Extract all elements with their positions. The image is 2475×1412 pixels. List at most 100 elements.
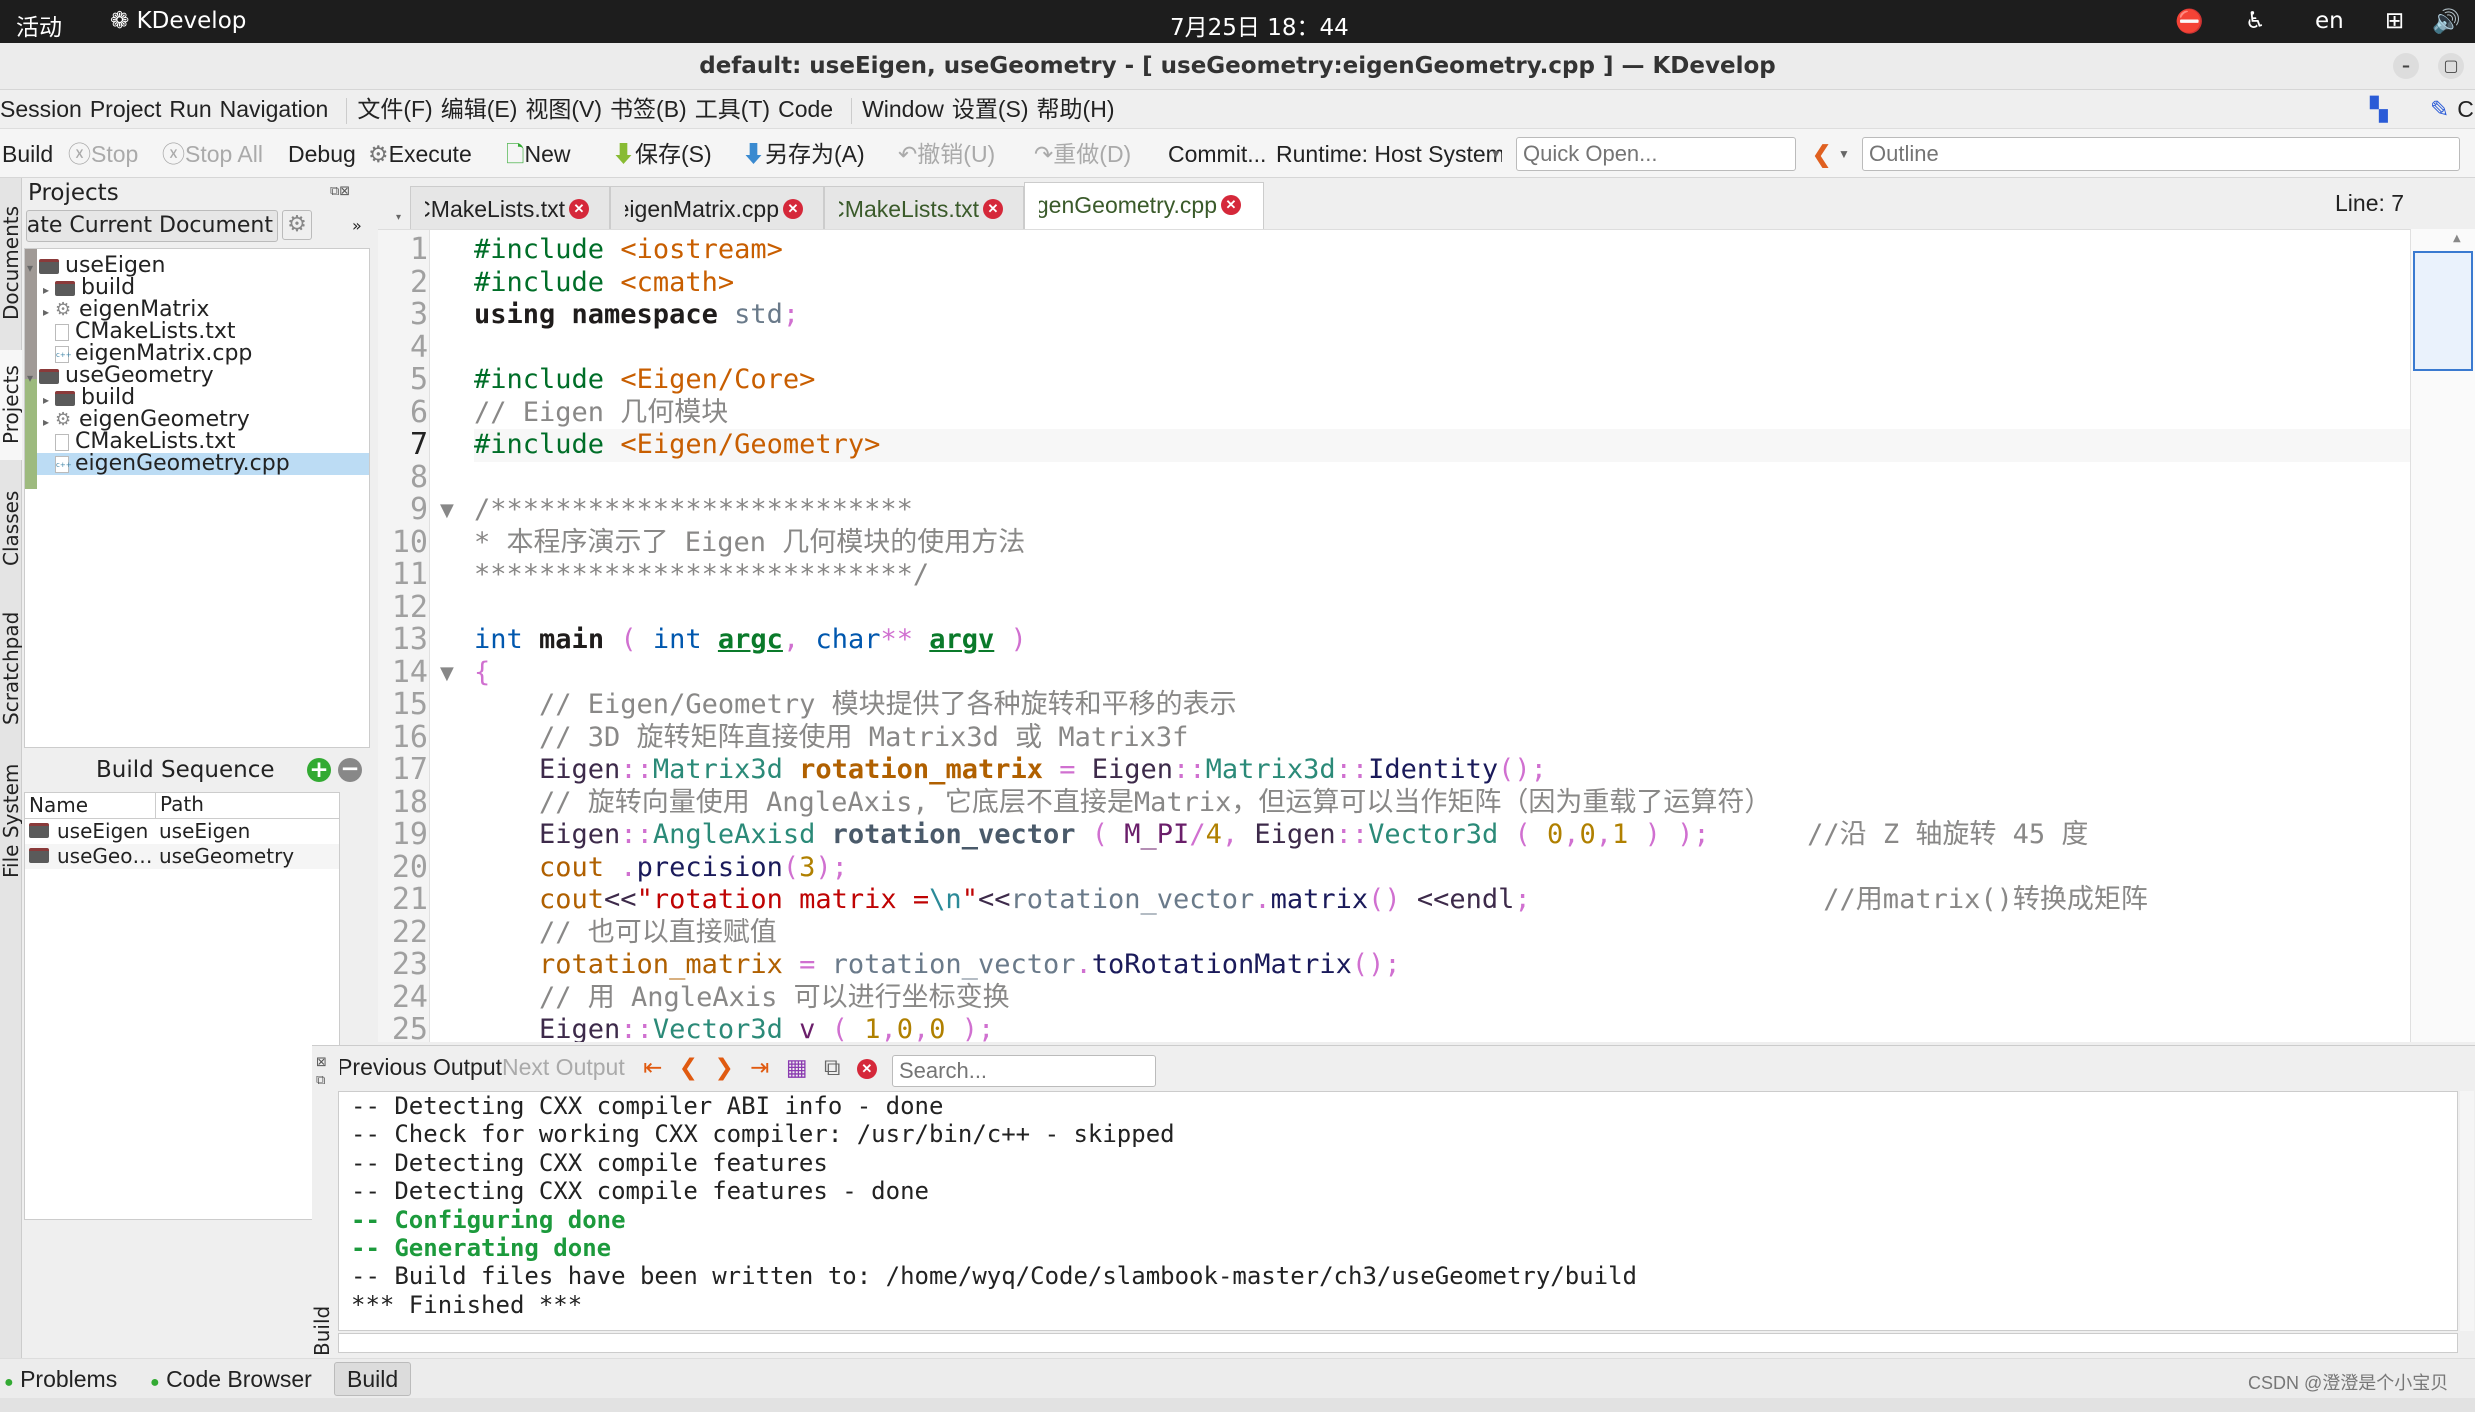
language-indicator[interactable]: en [2315, 8, 2344, 34]
menu-file[interactable]: 文件(F) [357, 96, 432, 122]
tree-item[interactable]: ▾ useEigen [25, 255, 369, 277]
panel-float-close-icons[interactable]: ⧉⊠ [330, 184, 350, 199]
tool-tab-code-browser[interactable]: ● Code Browser [150, 1359, 312, 1403]
code-line[interactable]: cout<<"rotation matrix =\n"<<rotation_ve… [474, 884, 2410, 917]
redo-button[interactable]: ↷重做(D) [1034, 129, 1131, 179]
side-tab-documents[interactable]: Documents [0, 188, 23, 338]
chevron-down-icon[interactable]: ▼ [1838, 129, 1850, 179]
table-row[interactable]: useEigen useEigen [25, 819, 339, 844]
panel-close-float-icons[interactable]: ⊠ ⧉ [316, 1054, 327, 1090]
code-line[interactable] [474, 462, 2410, 495]
runtime-selector[interactable]: Runtime: Host System [1276, 129, 1502, 179]
code-line[interactable]: Eigen::Vector3d v ( 1,0,0 ); [474, 1014, 2410, 1042]
locate-current-document-button[interactable]: Locate Current Document [26, 210, 278, 242]
code-line[interactable]: #include <Eigen/Core> [474, 364, 2410, 397]
expand-arrow-icon[interactable]: ▾ [27, 367, 39, 389]
code-line[interactable] [474, 592, 2410, 625]
code-line[interactable]: #include <Eigen/Geometry> [474, 429, 2410, 462]
scroll-up-icon[interactable]: ▲ [2453, 233, 2461, 244]
stop-all-button[interactable]: ⓧStop All [162, 129, 263, 179]
save-as-button[interactable]: ⬇另存为(A) [742, 129, 865, 179]
menu-help[interactable]: 帮助(H) [1037, 96, 1115, 122]
tree-item[interactable]: ▸ ⚙ eigenGeometry [25, 409, 369, 431]
expand-arrow-icon[interactable]: ▸ [43, 411, 55, 433]
code-line[interactable]: #include <cmath> [474, 267, 2410, 300]
tool-tab-problems[interactable]: ● Problems [4, 1359, 117, 1403]
tree-item[interactable]: c++ eigenMatrix.cpp [25, 343, 369, 365]
chevron-down-icon[interactable]: ▼ [1490, 129, 1502, 179]
close-tab-icon[interactable]: ✕ [983, 198, 1003, 219]
build-button[interactable]: Build [2, 129, 53, 179]
side-tab-scratchpad[interactable]: Scratchpad [0, 598, 23, 738]
menu-code[interactable]: Code [778, 96, 833, 122]
output-search-input[interactable] [892, 1055, 1156, 1087]
column-header-path[interactable]: Path [155, 792, 204, 818]
add-icon[interactable]: + [307, 758, 331, 782]
previous-output-button[interactable]: Previous Output [340, 1054, 502, 1081]
maximize-button[interactable]: ▢ [2438, 53, 2464, 79]
fold-toggle-icon[interactable]: ▼ [440, 500, 454, 521]
tree-item[interactable]: CMakeLists.txt [25, 431, 369, 453]
minimap-scrollbar[interactable]: ▲ [2410, 229, 2475, 1042]
close-tab-icon[interactable]: ✕ [783, 198, 803, 219]
previous-item-icon[interactable]: ❮ [679, 1054, 698, 1080]
horizontal-scrollbar[interactable] [338, 1333, 2458, 1353]
dnd-icon[interactable]: ⛔ [2175, 8, 2204, 35]
network-icon[interactable]: ⊞ [2385, 8, 2404, 34]
undo-button[interactable]: ↶撤销(U) [898, 129, 995, 179]
debug-button[interactable]: Debug [288, 129, 356, 179]
code-line[interactable]: { [474, 657, 2410, 690]
tab-cmakelists-usegeometry[interactable]: CMakeLists.txt ✕ [824, 186, 1024, 229]
code-line[interactable]: #include <iostream> [474, 234, 2410, 267]
minimap-viewport[interactable] [2413, 251, 2473, 371]
menu-project[interactable]: Project [90, 96, 162, 122]
code-line[interactable]: // 3D 旋转矩阵直接使用 Matrix3d 或 Matrix3f [474, 722, 2410, 755]
tree-item[interactable]: ▸ build [25, 387, 369, 409]
commit-button[interactable]: Commit... [1168, 129, 1266, 179]
clear-icon[interactable]: ✕ [856, 1058, 877, 1079]
menu-tools[interactable]: 工具(T) [695, 96, 770, 122]
next-output-button[interactable]: Next Output [502, 1054, 625, 1080]
first-item-icon[interactable]: ⇤ [643, 1054, 662, 1080]
side-tab-projects[interactable]: Projects [0, 350, 23, 460]
expand-arrow-icon[interactable]: ▸ [43, 301, 55, 323]
volume-icon[interactable]: 🔊 [2432, 8, 2461, 35]
folding-margin[interactable]: ▼ ▼ [430, 230, 470, 1042]
output-text[interactable]: -- Detecting CXX compiler ABI info - don… [338, 1091, 2458, 1331]
close-tab-icon[interactable]: ✕ [1221, 194, 1241, 215]
code-line[interactable]: // 也可以直接赋值 [474, 917, 2410, 950]
outline-input[interactable] [1862, 137, 2460, 171]
minimize-button[interactable]: – [2393, 53, 2419, 79]
code-editor[interactable]: 1 2 3 4 5 6 7 8 9 10 11 12 13 14 15 16 17 18 19 20 21 22 23 24 2… [378, 229, 2410, 1042]
code-line[interactable]: using namespace std; [474, 299, 2410, 332]
area-switcher-icon[interactable]: ▚ [2370, 90, 2388, 128]
select-all-icon[interactable]: ▦ [786, 1054, 808, 1080]
menu-run[interactable]: Run [169, 96, 211, 122]
code-line[interactable]: // 用 AngleAxis 可以进行坐标变换 [474, 982, 2410, 1015]
remove-icon[interactable]: − [338, 758, 362, 782]
code-line[interactable]: // Eigen/Geometry 模块提供了各种旋转和平移的表示 [474, 689, 2410, 722]
menu-bookmarks[interactable]: 书签(B) [610, 96, 687, 122]
menu-settings[interactable]: 设置(S) [952, 96, 1029, 122]
tool-tab-build[interactable]: Build [334, 1362, 412, 1396]
code-line[interactable]: int main ( int argc, char** argv ) [474, 624, 2410, 657]
expand-arrow-icon[interactable]: ▾ [27, 257, 39, 279]
new-button[interactable]: 🗋New [506, 129, 571, 179]
tab-eigenmatrix-cpp[interactable]: eigenMatrix.cpp ✕ [610, 186, 824, 229]
expand-arrow-icon[interactable]: ▸ [43, 389, 55, 411]
more-chevron-icon[interactable]: » [352, 216, 362, 235]
quick-open-input[interactable] [1516, 137, 1796, 171]
tree-item[interactable]: ▾ useGeometry [25, 365, 369, 387]
column-header-name[interactable]: Name [29, 793, 88, 817]
tree-item[interactable]: ▸ build [25, 277, 369, 299]
tab-list-chevron-icon[interactable]: ▾ [396, 212, 401, 223]
tab-cmakelists-useeigen[interactable]: CMakeLists.txt ✕ [410, 186, 610, 229]
stop-button[interactable]: ⓧStop [68, 129, 138, 179]
menu-session[interactable]: Session [0, 96, 82, 122]
menu-edit[interactable]: 编辑(E) [441, 96, 518, 122]
code-line[interactable]: Eigen::Matrix3d rotation_matrix = Eigen:… [474, 754, 2410, 787]
execute-button[interactable]: ⚙Execute [368, 129, 472, 179]
code-line[interactable]: /************************** [474, 494, 2410, 527]
last-item-icon[interactable]: ⇥ [750, 1054, 769, 1080]
next-item-icon[interactable]: ❯ [714, 1054, 733, 1080]
